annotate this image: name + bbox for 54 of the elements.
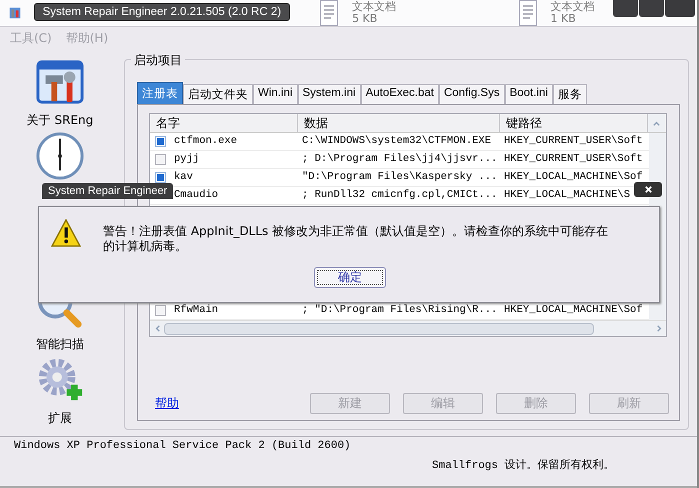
clock-icon (36, 132, 84, 180)
checkbox[interactable] (155, 136, 166, 147)
table-cell-text: ; RunDll32 cmicnfg.cpl,CMICt... (301, 188, 498, 203)
help-link[interactable]: 帮助 (149, 394, 305, 412)
table-cell-text: "D:\Program Files\Kaspersky ... (301, 170, 498, 185)
sidebar-item[interactable]: 关于 SREng (26, 112, 94, 129)
tools-icon (36, 58, 84, 106)
warning-message: 警告！注册表值 AppInit_DLLs 被修改为非正常值（默认值是空）。请检查你的系统中可能存在的计算机病毒。 (103, 223, 610, 254)
tab[interactable]: 启动文件夹 (183, 84, 253, 104)
table-cell-text: kav (174, 170, 193, 185)
warning-icon (51, 219, 81, 247)
ok-button[interactable]: 确定 (314, 267, 386, 288)
tab[interactable]: 服务 (552, 84, 587, 104)
table-cell-text: Cmaudio (174, 188, 218, 203)
table-cell-text: ; "D:\Program Files\Rising\R... (301, 303, 498, 318)
file-name: 文本文档 (352, 1, 396, 13)
table-cell-text: HKEY_CURRENT_USER\Soft (503, 134, 643, 149)
os-info: Windows XP Professional Service Pack 2 (Build 2600) (14, 440, 352, 452)
tab[interactable]: 注册表 (137, 82, 183, 104)
tab[interactable]: Boot.ini (504, 84, 553, 104)
sidebar-item[interactable]: 扩展 (48, 410, 72, 427)
file-size: 1 KB (550, 13, 577, 25)
dialog-title: System Repair Engineer (42, 183, 174, 199)
table-cell-text: HKEY_LOCAL_MACHINE\Sof (503, 170, 643, 185)
tab[interactable]: Config.Sys (438, 84, 505, 104)
close-icon (644, 185, 652, 194)
table-cell-text: HKEY_LOCAL_MACHINE\S (503, 188, 630, 203)
tab[interactable]: Win.ini (253, 84, 298, 104)
table-cell-text: ctfmon.exe (174, 134, 238, 149)
tab[interactable]: System.ini (298, 84, 361, 104)
checkbox[interactable] (155, 305, 166, 316)
app-icon (8, 6, 22, 20)
close-button[interactable] (634, 182, 662, 197)
table-cell-text: RfwMain (174, 303, 218, 318)
tab[interactable]: AutoExec.bat (360, 84, 439, 104)
checkbox[interactable] (155, 172, 166, 183)
scroll-right-icon[interactable] (654, 324, 664, 333)
table-cell-text: C:\WINDOWS\system32\CTFMON.EXE (301, 134, 492, 149)
group-title: 启动项目 (131, 52, 185, 69)
file-name: 文本文档 (550, 1, 595, 13)
copyright-text: Smallfrogs 设计。保留所有权利。 (432, 458, 616, 472)
horizontal-scrollbar[interactable] (150, 320, 666, 336)
table-cell-text: ; D:\Program Files\jj4\jjsvr... (301, 152, 498, 167)
window-controls[interactable] (613, 0, 695, 17)
scroll-thumb[interactable] (164, 322, 594, 334)
column-header[interactable]: 名字 (150, 114, 298, 132)
window-title: System Repair Engineer 2.0.21.505 (2.0 RC 2) (34, 3, 290, 21)
table-cell-text: HKEY_LOCAL_MACHINE\Sof (503, 303, 643, 318)
column-header[interactable]: 数据 (298, 114, 500, 132)
file-size: 5 KB (352, 13, 378, 25)
sidebar-item[interactable]: 智能扫描 (36, 336, 84, 353)
checkbox[interactable] (155, 154, 166, 165)
table-cell-text: HKEY_CURRENT_USER\Soft (503, 152, 643, 167)
table-cell-text: pyjj (174, 152, 200, 167)
